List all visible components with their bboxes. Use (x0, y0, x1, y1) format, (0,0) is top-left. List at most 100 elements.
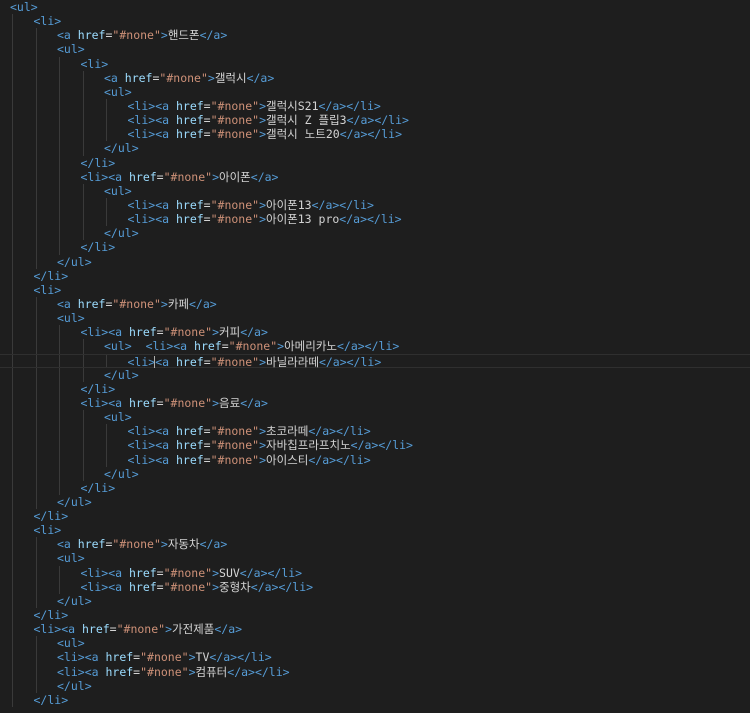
code-line[interactable]: </ul> (0, 466, 750, 481)
indent-guide (12, 480, 13, 495)
code-line[interactable]: </li> (0, 268, 750, 283)
token-eq: = (203, 424, 211, 439)
code-line[interactable]: <ul> (0, 410, 750, 425)
code-line[interactable]: </li> (0, 480, 750, 495)
code-line[interactable]: <li><a href="#none">음료</a> (0, 395, 750, 411)
code-line[interactable]: <a href="#none">갤럭시</a> (0, 70, 750, 85)
code-line[interactable]: <li><a href="#none">TV</a></li> (0, 650, 750, 665)
code-line[interactable]: <li><a href="#none">SUV</a></li> (0, 565, 750, 580)
code-line[interactable]: <ul> (0, 0, 750, 14)
code-line[interactable]: <li> (0, 14, 750, 29)
indent-guide (59, 183, 60, 198)
code-line[interactable]: <li><a href="#none">갤럭시S21</a></li> (0, 98, 750, 114)
code-line[interactable]: <li><a href="#none">아이폰</a> (0, 169, 750, 184)
code-line[interactable]: <li><a href="#none">갤럭시 Z 플립3</a></li> (0, 113, 750, 128)
code-line[interactable]: </li> (0, 240, 750, 255)
code-line[interactable]: <li><a href="#none">아이폰13 pro</a></li> (0, 212, 750, 227)
token-eq: = (203, 127, 211, 142)
code-line[interactable]: </ul> (0, 141, 750, 156)
token-attr: href (175, 98, 204, 113)
indent-guide (82, 141, 84, 156)
indent-guide (35, 551, 37, 566)
code-line[interactable]: </li> (0, 608, 750, 623)
token-val: "#none" (210, 354, 260, 369)
code-line[interactable]: </li> (0, 692, 750, 708)
code-line[interactable]: <li><a href="#none">아이스티</a></li> (0, 452, 750, 467)
indent-guide (35, 636, 37, 651)
code-line[interactable]: </li> (0, 381, 750, 396)
token-text: TV (195, 650, 210, 665)
code-line[interactable]: <li><a href="#none">컴퓨터</a></li> (0, 664, 750, 679)
code-line[interactable]: <a href="#none">핸드폰</a> (0, 28, 750, 43)
token-tag: <li><a (33, 622, 82, 637)
token-tag: > (165, 622, 173, 637)
code-line[interactable]: </li> (0, 509, 750, 524)
token-eq: = (156, 325, 164, 340)
indent-guide (59, 240, 60, 255)
token-attr: href (81, 622, 110, 637)
token-tag: <li><a (80, 395, 129, 410)
indent-guide (35, 395, 37, 411)
code-line[interactable]: </ul> (0, 226, 750, 241)
code-line[interactable]: <li> (0, 523, 750, 538)
token-tag: > (160, 537, 168, 552)
code-line[interactable]: </ul> (0, 494, 750, 510)
indent-guide (12, 650, 13, 665)
indent-guide (12, 678, 13, 693)
token-text: 아이폰 (219, 169, 251, 184)
code-line[interactable]: <li><a href="#none">자바칩프라프치노</a></li> (0, 438, 750, 453)
token-tag: > (259, 113, 267, 128)
code-line[interactable]: <ul> (0, 183, 750, 198)
code-line[interactable]: <li><a href="#none">바닐라라떼</a></li> (0, 353, 750, 369)
token-tag: </a></li> (336, 339, 400, 354)
code-line[interactable]: </ul> (0, 593, 750, 609)
code-content: <li><a href="#none">초코라떼</a></li> (10, 424, 371, 438)
code-line[interactable]: <li><a href="#none">커피</a> (0, 325, 750, 340)
token-tag: </ul> (104, 466, 139, 481)
code-line[interactable]: <ul> <li><a href="#none">아메리카노</a></li> (0, 339, 750, 354)
code-line[interactable]: <li> (0, 282, 750, 297)
code-line[interactable]: <ul> (0, 84, 750, 99)
code-content: <li><a href="#none">커피</a> (10, 325, 268, 339)
token-tag: <li> (33, 523, 62, 538)
code-line[interactable]: <li><a href="#none">아이폰13</a></li> (0, 197, 750, 213)
indent-guide (35, 339, 37, 354)
token-tag: > (259, 127, 267, 142)
indent-guide (35, 325, 37, 340)
code-line[interactable]: <li><a href="#none">중형차</a></li> (0, 579, 750, 594)
indent-guide (35, 593, 37, 609)
code-content: <ul> (10, 410, 132, 424)
code-line[interactable]: <li><a href="#none">갤럭시 노트20</a></li> (0, 127, 750, 142)
code-line[interactable]: <ul> (0, 636, 750, 651)
indent-guide (12, 636, 13, 651)
indent-guide (82, 84, 84, 99)
indent-guide (82, 183, 84, 198)
indent-guide (106, 438, 107, 453)
code-line[interactable]: </ul> (0, 678, 750, 693)
token-tag: </a></li> (318, 98, 381, 113)
indent-guide (35, 70, 37, 85)
code-line[interactable]: <a href="#none">자동차</a> (0, 537, 750, 552)
token-tag: <a (57, 296, 78, 311)
token-tag: </li> (33, 268, 69, 283)
token-tag: </a> (199, 537, 228, 552)
code-line[interactable]: <a href="#none">카페</a> (0, 296, 750, 312)
code-line[interactable]: <li> (0, 56, 750, 71)
code-editor[interactable]: <ul> <li> <a href="#none">핸드폰</a> <ul> <li> <… (0, 0, 750, 713)
code-content: </ul> (10, 679, 92, 693)
code-line[interactable]: <ul> (0, 551, 750, 566)
code-content: <li><a href="#none">아이스티</a></li> (10, 453, 371, 467)
indent-guide (59, 197, 60, 213)
code-line[interactable]: <li><a href="#none">초코라떼</a></li> (0, 424, 750, 439)
code-line[interactable]: <li><a href="#none">가전제품</a> (0, 622, 750, 637)
code-line[interactable]: </li> (0, 155, 750, 170)
indent-guide (12, 692, 13, 708)
token-tag: </li> (80, 381, 116, 396)
code-line[interactable]: </ul> (0, 367, 750, 382)
token-val: "#none" (210, 98, 260, 113)
code-line[interactable]: <ul> (0, 42, 750, 57)
code-line[interactable]: <ul> (0, 311, 750, 326)
token-eq: = (203, 197, 211, 212)
code-line[interactable]: </ul> (0, 254, 750, 269)
token-tag: </li> (80, 240, 116, 255)
